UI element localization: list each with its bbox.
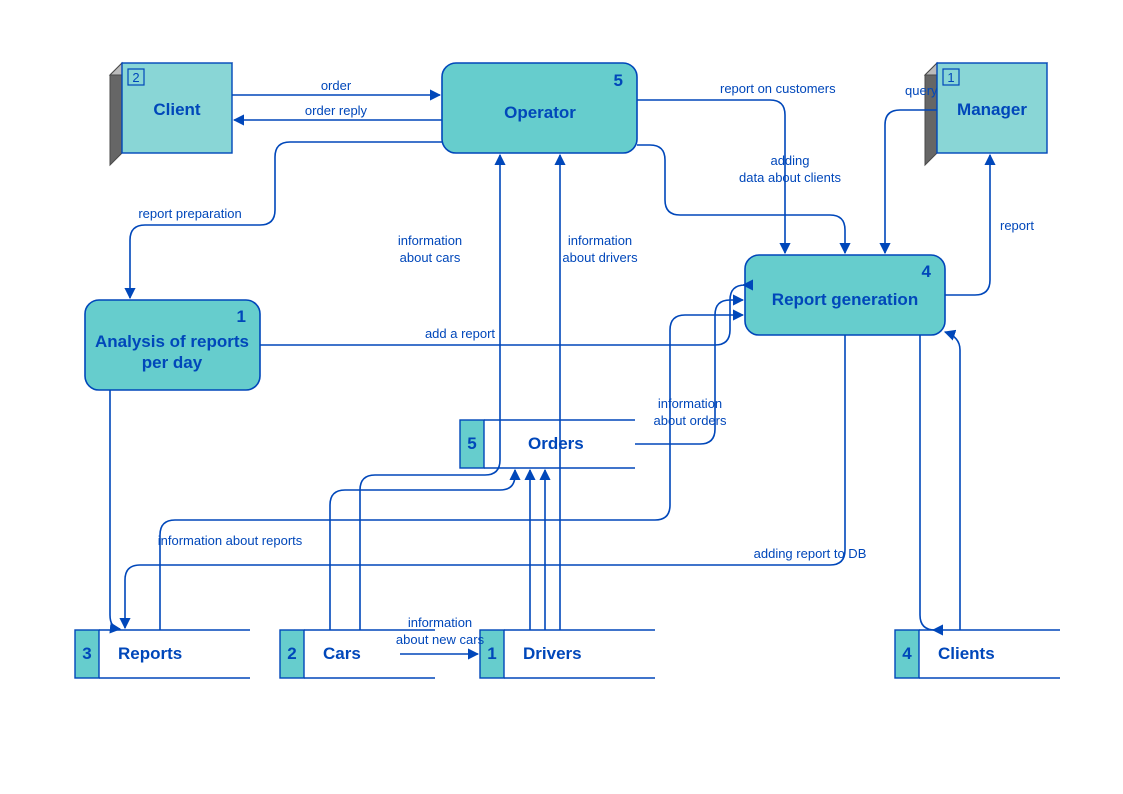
label-adding-data-1: adding [770,153,809,168]
process-analysis: 1 Analysis of reports per day [85,300,260,390]
flow-add-a-report [260,285,745,345]
label-info-new-cars-1: information [408,615,472,630]
client-num: 2 [132,70,139,85]
label-info-new-cars-2: about new cars [396,632,485,647]
label-add-a-report: add a report [425,326,495,341]
label-report-preparation: report preparation [138,206,241,221]
operator-label: Operator [504,103,576,122]
clients-num: 4 [902,644,912,663]
cars-label: Cars [323,644,361,663]
label-info-orders-2: about orders [654,413,727,428]
flow-cars-to-orders [330,470,515,630]
label-info-cars-2: about cars [400,250,461,265]
clients-label: Clients [938,644,995,663]
manager-label: Manager [957,100,1027,119]
flow-analysis-to-reports [110,390,120,629]
entity-client: 2 Client [110,63,232,165]
process-operator: 5 Operator [442,63,637,153]
flow-report [945,155,990,295]
label-adding-report-db: adding report to DB [754,546,867,561]
label-order: order [321,78,352,93]
manager-num: 1 [947,70,954,85]
label-adding-data-2: data about clients [739,170,841,185]
entity-manager: 1 Manager [925,63,1047,165]
datastore-orders: 5 Orders [460,420,635,468]
reports-label: Reports [118,644,182,663]
flow-clients-to-reportgen [945,332,960,630]
label-info-drivers-2: about drivers [562,250,638,265]
process-reportgen: 4 Report generation [745,255,945,335]
label-info-drivers-1: information [568,233,632,248]
flow-reportgen-to-clients [920,335,935,630]
client-label: Client [153,100,201,119]
drivers-label: Drivers [523,644,582,663]
label-info-cars-1: information [398,233,462,248]
analysis-num: 1 [237,307,246,326]
label-query: query [905,83,938,98]
label-report-customers: report on customers [720,81,836,96]
analysis-l1: Analysis of reports [95,332,249,351]
reportgen-label: Report generation [772,290,918,309]
label-info-orders-1: information [658,396,722,411]
orders-num: 5 [467,434,476,453]
cars-num: 2 [287,644,296,663]
label-report: report [1000,218,1034,233]
label-info-reports: information about reports [158,533,303,548]
datastore-reports: 3 Reports [75,630,250,678]
datastore-clients: 4 Clients [895,630,1060,678]
orders-label: Orders [528,434,584,453]
reportgen-num: 4 [922,262,932,281]
flow-adding-data-clients [637,145,845,253]
flow-info-cars [360,155,500,630]
datastore-drivers: 1 Drivers [480,630,655,678]
drivers-num: 1 [487,644,496,663]
label-order-reply: order reply [305,103,368,118]
reports-num: 3 [82,644,91,663]
operator-num: 5 [614,71,623,90]
analysis-l2: per day [142,353,203,372]
